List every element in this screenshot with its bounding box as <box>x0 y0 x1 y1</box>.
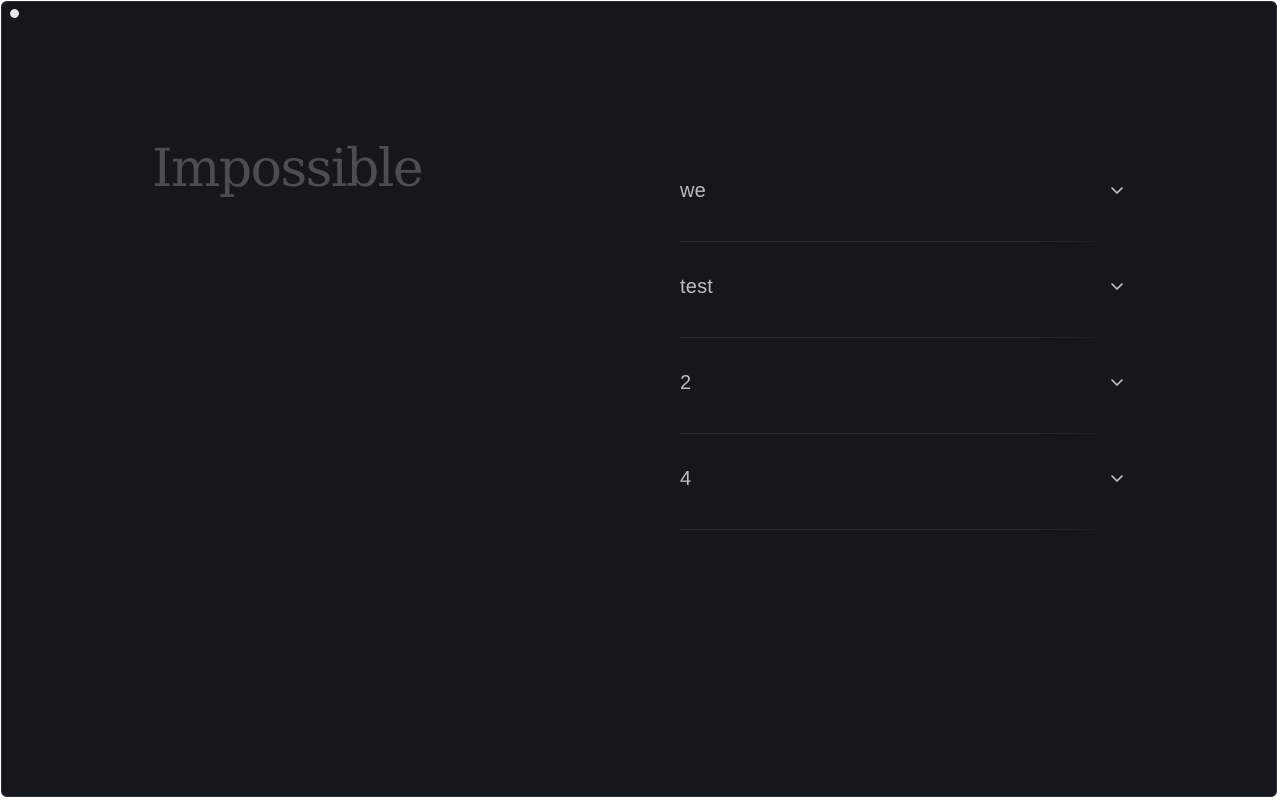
accordion-item-label: we <box>680 180 706 202</box>
chevron-down-icon[interactable] <box>1110 474 1124 484</box>
page-title: Impossible <box>152 139 424 199</box>
accordion-item-4[interactable]: 4 <box>680 434 1126 530</box>
accordion-item-2[interactable]: 2 <box>680 338 1126 434</box>
chevron-down-icon[interactable] <box>1110 282 1124 292</box>
chevron-down-icon[interactable] <box>1110 378 1124 388</box>
chevron-down-icon[interactable] <box>1110 186 1124 196</box>
accordion-item-label: 2 <box>680 372 692 394</box>
app-window: Impossible we test 2 4 <box>1 1 1277 797</box>
accordion-item-label: 4 <box>680 468 692 490</box>
accordion-item-we[interactable]: we <box>680 146 1126 242</box>
status-dot-icon <box>10 9 19 18</box>
accordion: we test 2 4 <box>680 146 1126 530</box>
accordion-item-label: test <box>680 276 714 298</box>
accordion-item-test[interactable]: test <box>680 242 1126 338</box>
